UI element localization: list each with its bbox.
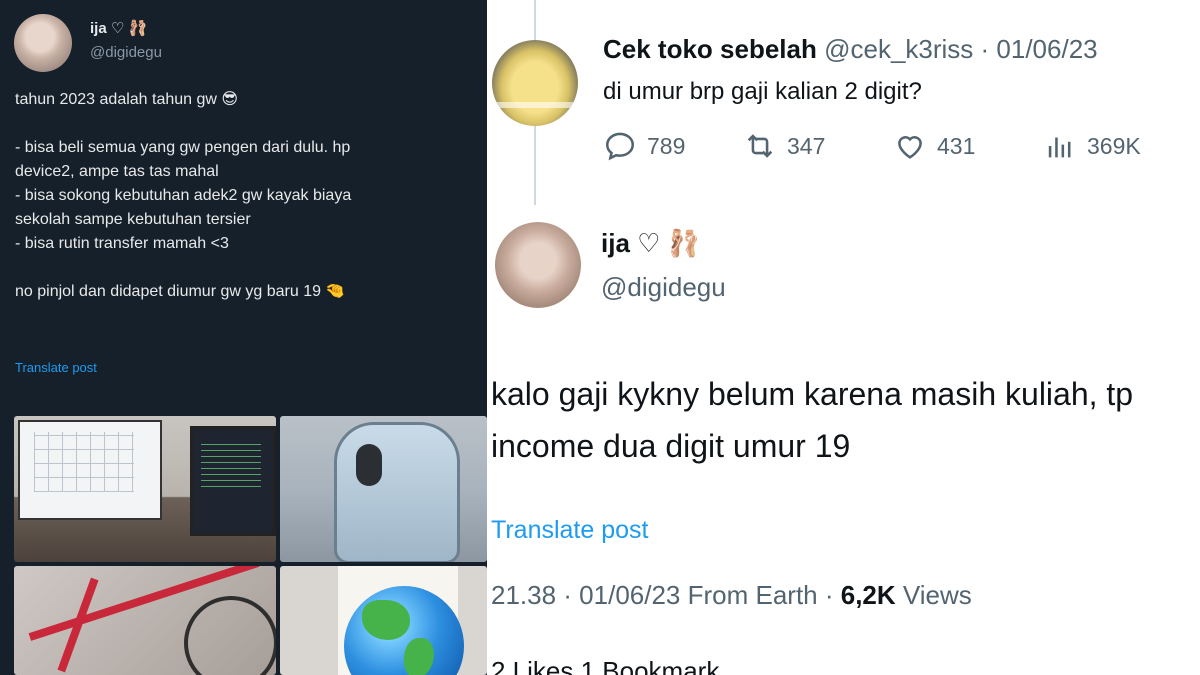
reply-author-handle[interactable]: @digidegu — [601, 272, 726, 303]
reply-author-name[interactable]: ija ♡ 🩰 — [601, 228, 700, 259]
avatar[interactable] — [492, 40, 578, 126]
author-handle[interactable]: @digidegu — [90, 44, 162, 61]
avatar[interactable] — [495, 222, 581, 308]
avatar-caption-strip — [494, 102, 576, 108]
tablet-screen — [190, 426, 276, 536]
media-laptop-photo[interactable] — [14, 416, 276, 562]
views-count: 369K — [1087, 132, 1141, 159]
views-button[interactable]: 369K — [1043, 128, 1141, 164]
reply-line: kalo gaji kykny belum karena masih kulia… — [491, 376, 1134, 412]
translate-link[interactable]: Translate post — [491, 516, 648, 545]
reply-line: income dua digit umur 19 — [491, 428, 851, 464]
tweet-line — [15, 256, 487, 280]
like-count: 431 — [937, 132, 976, 159]
tweet-line: - bisa beli semua yang gw pengen dari du… — [15, 139, 351, 156]
tweet-line: device2, ampe tas tas mahal — [15, 163, 219, 180]
post-meta: 21.38 · 01/06/23 From Earth · 6,2K Views — [491, 580, 972, 611]
parent-handle-date[interactable]: @cek_k3riss · 01/06/23 — [824, 34, 1098, 64]
tweet-line: - bisa sokong kebutuhan adek2 gw kayak b… — [15, 187, 352, 204]
globe-landmass — [404, 638, 434, 675]
parent-tweet-text: di umur brp gaji kalian 2 digit? — [603, 78, 922, 105]
scooter-body — [334, 422, 460, 562]
right-thread-panel: Cek toko sebelah @cek_k3riss · 01/06/23 … — [487, 0, 1200, 675]
repost-count: 347 — [787, 132, 826, 159]
heart-icon — [898, 136, 922, 159]
tweet-line: sekolah sampe kebutuhan tersier — [15, 211, 251, 228]
tweet-line: tahun 2023 adalah tahun gw 😎 — [15, 91, 239, 108]
avatar[interactable] — [14, 14, 72, 72]
repost-icon — [747, 134, 773, 158]
tweet-text: tahun 2023 adalah tahun gw 😎 - bisa beli… — [15, 88, 487, 304]
post-timestamp[interactable]: 21.38 · 01/06/23 From Earth · — [491, 580, 841, 610]
reply-button[interactable]: 789 — [603, 128, 685, 164]
like-button[interactable]: 431 — [893, 128, 975, 164]
globe-landmass — [362, 600, 410, 640]
laptop-screen — [18, 420, 162, 520]
scooter-lamp — [356, 444, 382, 486]
left-tweet-panel: ija ♡ 🩰 @digidegu tahun 2023 adalah tahu… — [0, 0, 487, 675]
author-name[interactable]: ija ♡ 🩰 — [90, 19, 147, 37]
post-views-label: Views — [895, 580, 972, 610]
bike-wheel — [184, 596, 276, 675]
tweet-line — [15, 112, 487, 136]
parent-author-name[interactable]: Cek toko sebelah — [603, 34, 817, 64]
engagement-summary[interactable]: 2 Likes 1 Bookmark — [491, 656, 719, 675]
analytics-icon — [1048, 137, 1071, 158]
reply-icon — [605, 132, 635, 161]
tweet-line: no pinjol dan didapet diumur gw yg baru … — [15, 283, 346, 300]
translate-link[interactable]: Translate post — [15, 360, 97, 375]
post-views-count: 6,2K — [840, 580, 896, 610]
media-scooter-photo[interactable] — [280, 416, 487, 562]
repost-button[interactable]: 347 — [743, 128, 825, 164]
media-bicycle-photo[interactable] — [14, 566, 276, 675]
reply-count: 789 — [647, 132, 686, 159]
parent-author: Cek toko sebelah @cek_k3riss · 01/06/23 — [603, 34, 1098, 65]
reply-text: kalo gaji kykny belum karena masih kulia… — [491, 368, 1133, 472]
tweet-line: - bisa rutin transfer mamah <3 — [15, 235, 229, 252]
